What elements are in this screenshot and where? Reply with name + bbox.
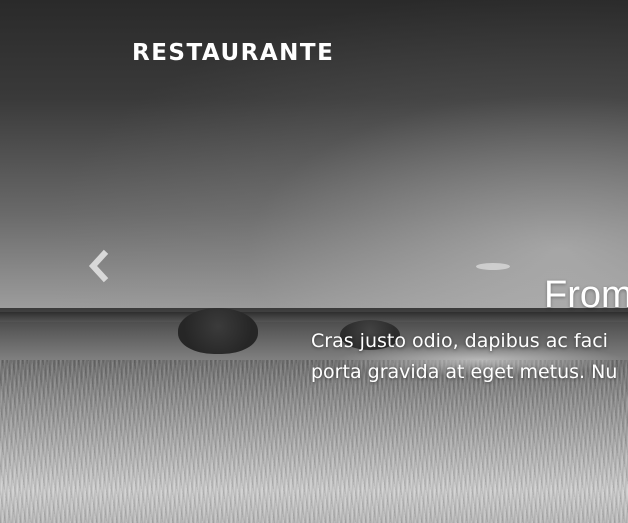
slide-caption: Cras justo odio, dapibus ac faci porta g… xyxy=(311,326,628,388)
hero-slider: RESTAURANTE From Cras justo odio, dapibu… xyxy=(0,0,628,523)
background-treeline xyxy=(0,312,628,322)
chevron-left-icon xyxy=(88,249,109,283)
slide-caption-line: porta gravida at eget metus. Nu xyxy=(311,361,618,383)
background-tree xyxy=(178,308,258,354)
slide-title: From xyxy=(544,274,628,316)
slide-caption-line: Cras justo odio, dapibus ac faci xyxy=(311,330,608,352)
slider-prev-button[interactable] xyxy=(84,248,114,284)
background-cloud xyxy=(476,263,510,270)
site-logo[interactable]: RESTAURANTE xyxy=(132,40,334,66)
